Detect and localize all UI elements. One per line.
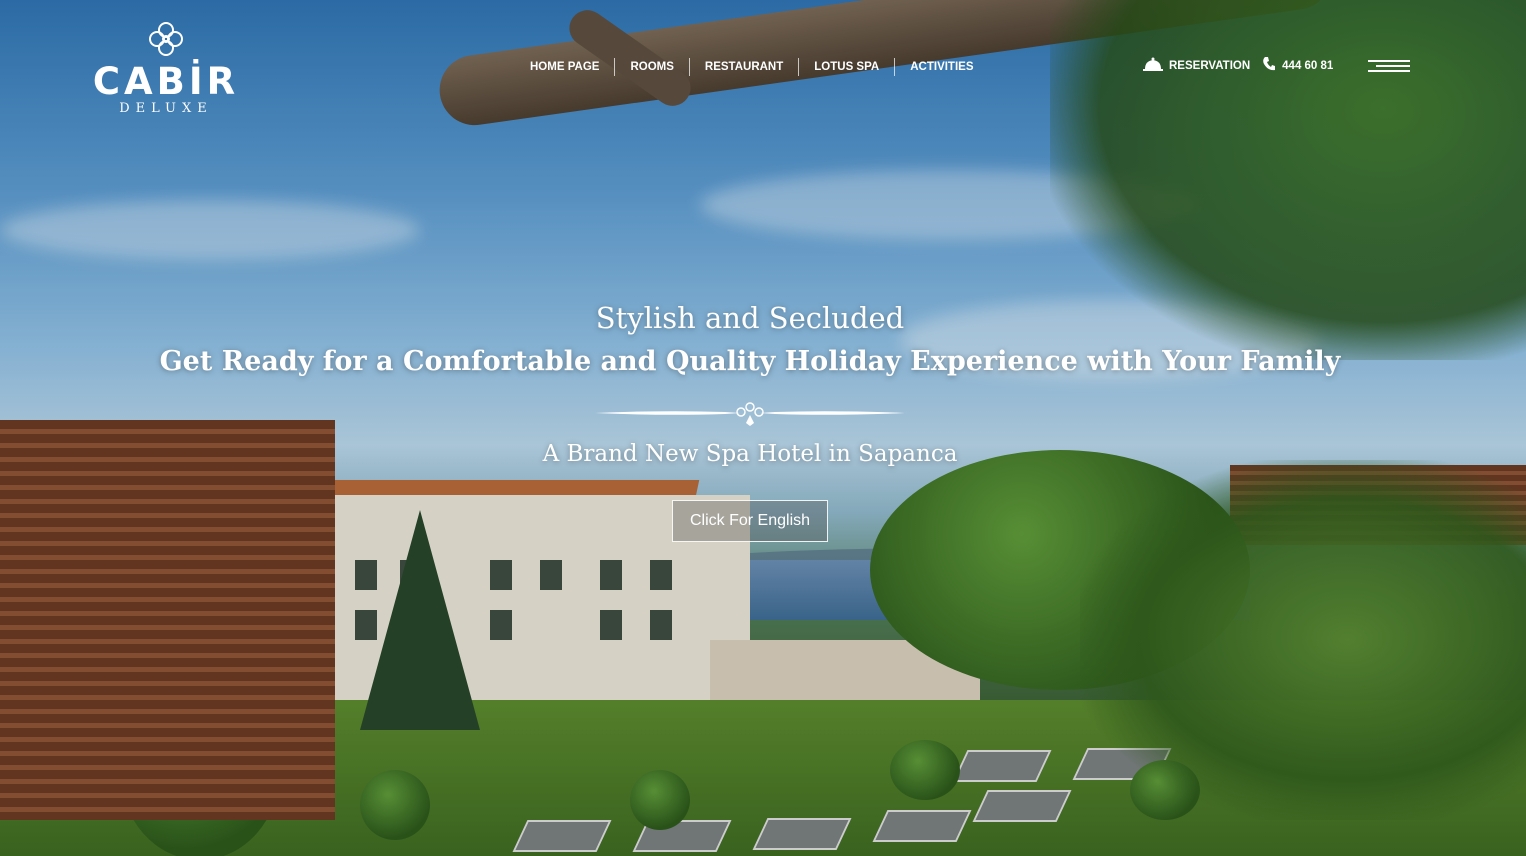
phone-link[interactable]: 444 60 81: [1262, 56, 1333, 75]
hero-headline: Get Ready for a Comfortable and Quality …: [159, 346, 1341, 377]
bell-icon: [1143, 57, 1163, 74]
menu-line: [1376, 65, 1410, 67]
hero-content: Stylish and Secluded Get Ready for a Com…: [0, 296, 1500, 542]
hero-eyebrow: Stylish and Secluded: [595, 301, 905, 335]
flower-emblem-icon: [147, 20, 185, 58]
menu-line: [1368, 60, 1410, 62]
reservation-link[interactable]: RESERVATION: [1143, 57, 1250, 74]
hero-tagline: A Brand New Spa Hotel in Sapanca: [542, 441, 958, 467]
nav-item-activities[interactable]: ACTIVITIES: [894, 58, 988, 76]
nav-item-restaurant[interactable]: RESTAURANT: [688, 58, 798, 76]
menu-line: [1368, 70, 1410, 72]
site-logo[interactable]: CABİR DELUXE: [88, 20, 244, 116]
brand-subtitle: DELUXE: [119, 101, 213, 116]
nav-item-lotus-spa[interactable]: LOTUS SPA: [798, 58, 894, 76]
phone-icon: [1262, 56, 1276, 75]
hamburger-menu-icon[interactable]: [1368, 60, 1410, 74]
nav-item-rooms[interactable]: ROOMS: [614, 58, 688, 76]
hero-section: CABİR DELUXE HOME PAGE ROOMS RESTAURANT …: [0, 0, 1526, 856]
nav-item-home[interactable]: HOME PAGE: [520, 58, 614, 76]
phone-number: 444 60 81: [1282, 59, 1334, 72]
header-actions: RESERVATION 444 60 81: [1143, 56, 1333, 75]
main-navigation: HOME PAGE ROOMS RESTAURANT LOTUS SPA ACT…: [520, 58, 989, 76]
reservation-label: RESERVATION: [1169, 59, 1251, 72]
brand-name: CABİR: [92, 60, 240, 103]
ornament-divider-icon: [595, 398, 905, 428]
english-button[interactable]: Click For English: [671, 500, 829, 542]
